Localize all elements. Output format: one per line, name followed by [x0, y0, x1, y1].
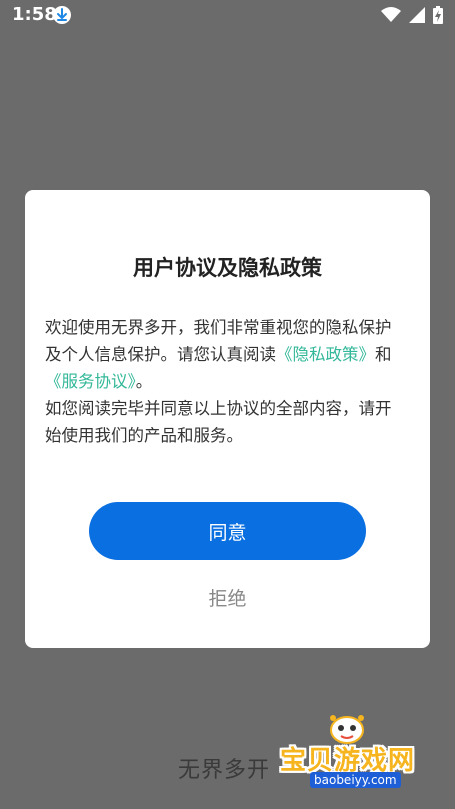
battery-charging-icon	[433, 6, 443, 24]
privacy-dialog: 用户协议及隐私政策 欢迎使用无界多开，我们非常重视您的隐私保护及个人信息保护。请…	[25, 190, 430, 648]
cellular-signal-icon	[409, 7, 425, 23]
status-time: 1:58	[12, 4, 57, 25]
dialog-paragraph-2: 如您阅读完毕并同意以上协议的全部内容，请开始使用我们的产品和服务。	[45, 399, 392, 445]
dialog-paragraph-1: 欢迎使用无界多开，我们非常重视您的隐私保护及个人信息保护。请您认真阅读《隐私政策…	[45, 314, 407, 395]
privacy-policy-link[interactable]: 《隐私政策》	[276, 345, 375, 364]
dialog-title: 用户协议及隐私政策	[133, 256, 322, 280]
status-bar: 1:58	[0, 0, 455, 30]
wifi-icon	[381, 7, 401, 22]
reject-button[interactable]: 拒绝	[25, 586, 430, 612]
watermark-domain: baobeiyy.com	[310, 772, 401, 788]
paragraph1-connector: 和	[375, 345, 392, 364]
watermark: 宝贝游戏网 baobeiyy.com	[280, 712, 430, 792]
download-icon	[53, 6, 71, 24]
dialog-body: 欢迎使用无界多开，我们非常重视您的隐私保护及个人信息保护。请您认真阅读《隐私政策…	[45, 314, 407, 449]
service-agreement-link[interactable]: 《服务协议》	[45, 372, 136, 391]
background-app-name: 无界多开	[178, 758, 271, 783]
status-icons	[381, 5, 443, 25]
paragraph1-end: 。	[135, 372, 153, 391]
agree-button[interactable]: 同意	[89, 502, 366, 560]
